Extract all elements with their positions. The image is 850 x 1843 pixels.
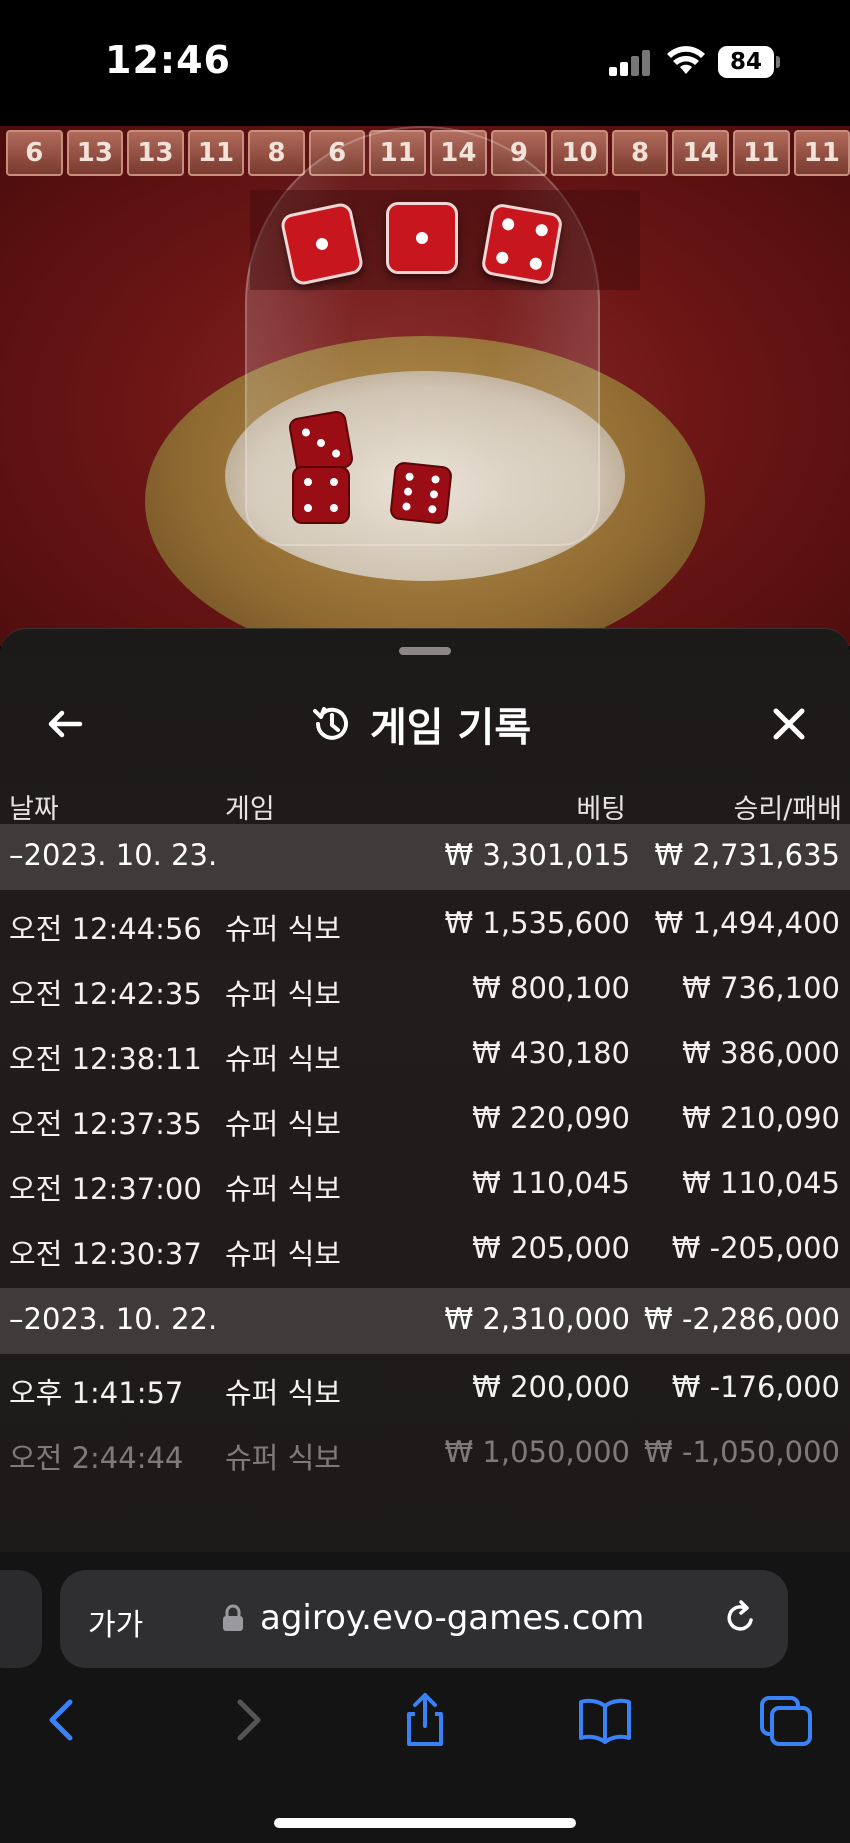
address-bar[interactable]: 가가 agiroy.evo-games.com [60,1570,788,1668]
group-date: –2023. 10. 23. [9,838,218,872]
column-header-win-loss[interactable]: 승리/패배 [734,787,842,826]
row-game: 슈퍼 식보 [225,1237,341,1271]
status-bar: 12:46 84 [0,0,850,126]
group-win-total: ₩ -2,286,000 [644,1302,840,1336]
history-result-cell: 8 [611,130,669,176]
row-bet: ₩ 220,090 [472,1101,630,1135]
row-time: 오전 12:44:56 [9,912,202,946]
table-row[interactable]: 오전 12:38:11 슈퍼 식보 ₩ 430,180 ₩ 386,000 [0,1020,850,1085]
row-bet: ₩ 800,100 [472,971,630,1005]
row-time: 오전 12:37:00 [9,1172,202,1206]
history-result-cell: 13 [127,130,184,176]
url-text: agiroy.evo-games.com [260,1598,645,1638]
column-header-date[interactable]: 날짜 [9,787,59,826]
lock-icon [223,1604,243,1631]
row-game: 슈퍼 식보 [225,977,341,1011]
date-group-row[interactable]: –2023. 10. 23. ₩ 3,301,015 ₩ 2,731,635 [0,824,850,890]
row-win: ₩ -205,000 [671,1231,840,1265]
table-row[interactable]: 오전 12:44:56 슈퍼 식보 ₩ 1,535,600 ₩ 1,494,40… [0,890,850,955]
row-bet: ₩ 205,000 [472,1231,630,1265]
reload-icon[interactable] [720,1598,760,1638]
sheet-title: 게임 기록 [310,695,531,753]
date-group-row[interactable]: –2023. 10. 22. ₩ 2,310,000 ₩ -2,286,000 [0,1288,850,1354]
row-game: 슈퍼 식보 [225,1042,341,1076]
column-header-bet[interactable]: 베팅 [576,787,626,826]
result-die [480,202,564,286]
row-game: 슈퍼 식보 [225,1376,341,1410]
group-bet-total: ₩ 3,301,015 [444,838,630,872]
row-time: 오전 12:38:11 [9,1042,202,1076]
game-history-sheet: 게임 기록 날짜 게임 베팅 승리/패배 –2023. 10. 23. ₩ 3,… [0,628,850,1552]
history-result-cell: 13 [66,130,124,176]
row-time: 오후 1:41:57 [9,1376,184,1410]
table-row[interactable]: 오전 12:30:37 슈퍼 식보 ₩ 205,000 ₩ -205,000 [0,1215,850,1280]
row-bet: ₩ 200,000 [472,1370,630,1404]
result-die [386,202,458,274]
row-win: ₩ 736,100 [682,971,840,1005]
tabs-icon[interactable] [758,1692,814,1748]
forward-chevron-icon[interactable] [218,1692,274,1748]
history-result-cell: 10 [551,130,608,176]
row-bet: ₩ 110,045 [472,1166,630,1200]
history-result-cell: 14 [672,130,729,176]
row-time: 오전 12:37:35 [9,1107,202,1141]
share-icon[interactable] [397,1692,453,1748]
row-game: 슈퍼 식보 [225,1441,341,1475]
row-bet: ₩ 430,180 [472,1036,630,1070]
row-win: ₩ -176,000 [671,1370,840,1404]
shaker-die [292,466,350,524]
back-arrow-icon[interactable] [40,699,90,749]
live-game-video[interactable]: 61313118611149108141111 [0,126,850,646]
column-header-game[interactable]: 게임 [225,787,275,826]
row-time: 오전 12:42:35 [9,977,202,1011]
cellular-signal-icon [609,50,651,76]
row-bet: ₩ 1,050,000 [444,1435,630,1469]
status-time: 12:46 [105,38,231,82]
group-win-total: ₩ 2,731,635 [654,838,840,872]
history-result-cell: 11 [732,130,790,176]
group-bet-total: ₩ 2,310,000 [444,1302,630,1336]
result-die [279,201,365,287]
table-row[interactable]: 오전 12:37:00 슈퍼 식보 ₩ 110,045 ₩ 110,045 [0,1150,850,1215]
row-win: ₩ 110,045 [682,1166,840,1200]
home-indicator[interactable] [274,1818,576,1828]
table-row[interactable]: 오전 2:44:44 슈퍼 식보 ₩ 1,050,000 ₩ -1,050,00… [0,1419,850,1484]
previous-tab-peek[interactable] [0,1570,42,1668]
history-table: –2023. 10. 23. ₩ 3,301,015 ₩ 2,731,635 오… [0,824,850,1484]
sheet-grabber[interactable] [399,647,451,655]
row-win: ₩ 210,090 [682,1101,840,1135]
sheet-title-text: 게임 기록 [370,705,532,751]
table-row[interactable]: 오전 12:42:35 슈퍼 식보 ₩ 800,100 ₩ 736,100 [0,955,850,1020]
browser-toolbar [0,1692,850,1762]
row-win: ₩ -1,050,000 [644,1435,840,1469]
shaker-die [389,461,453,525]
table-row[interactable]: 오전 12:37:35 슈퍼 식보 ₩ 220,090 ₩ 210,090 [0,1085,850,1150]
browser-bottom-bar: 가가 agiroy.evo-games.com [0,1552,850,1843]
row-time: 오전 2:44:44 [9,1441,184,1475]
battery-cap [776,56,780,68]
row-bet: ₩ 1,535,600 [444,906,630,940]
page-settings-button[interactable]: 가가 [88,1600,143,1644]
row-win: ₩ 386,000 [682,1036,840,1070]
bookmarks-icon[interactable] [577,1692,633,1748]
group-date: –2023. 10. 22. [9,1302,218,1336]
table-header: 날짜 게임 베팅 승리/패배 [0,777,850,827]
history-result-cell: 6 [6,130,63,176]
history-clock-icon [313,707,348,740]
table-row[interactable]: 오후 1:41:57 슈퍼 식보 ₩ 200,000 ₩ -176,000 [0,1354,850,1419]
wifi-icon [667,46,705,74]
close-icon[interactable] [764,699,814,749]
back-chevron-icon[interactable] [36,1692,92,1748]
row-game: 슈퍼 식보 [225,912,341,946]
history-result-cell: 11 [187,130,245,176]
history-result-cell: 8 [248,130,305,176]
row-win: ₩ 1,494,400 [654,906,840,940]
row-time: 오전 12:30:37 [9,1237,202,1271]
battery-level: 84 [718,46,774,78]
history-result-cell: 11 [793,130,850,176]
row-game: 슈퍼 식보 [225,1172,341,1206]
sheet-header: 게임 기록 [0,679,850,769]
row-game: 슈퍼 식보 [225,1107,341,1141]
